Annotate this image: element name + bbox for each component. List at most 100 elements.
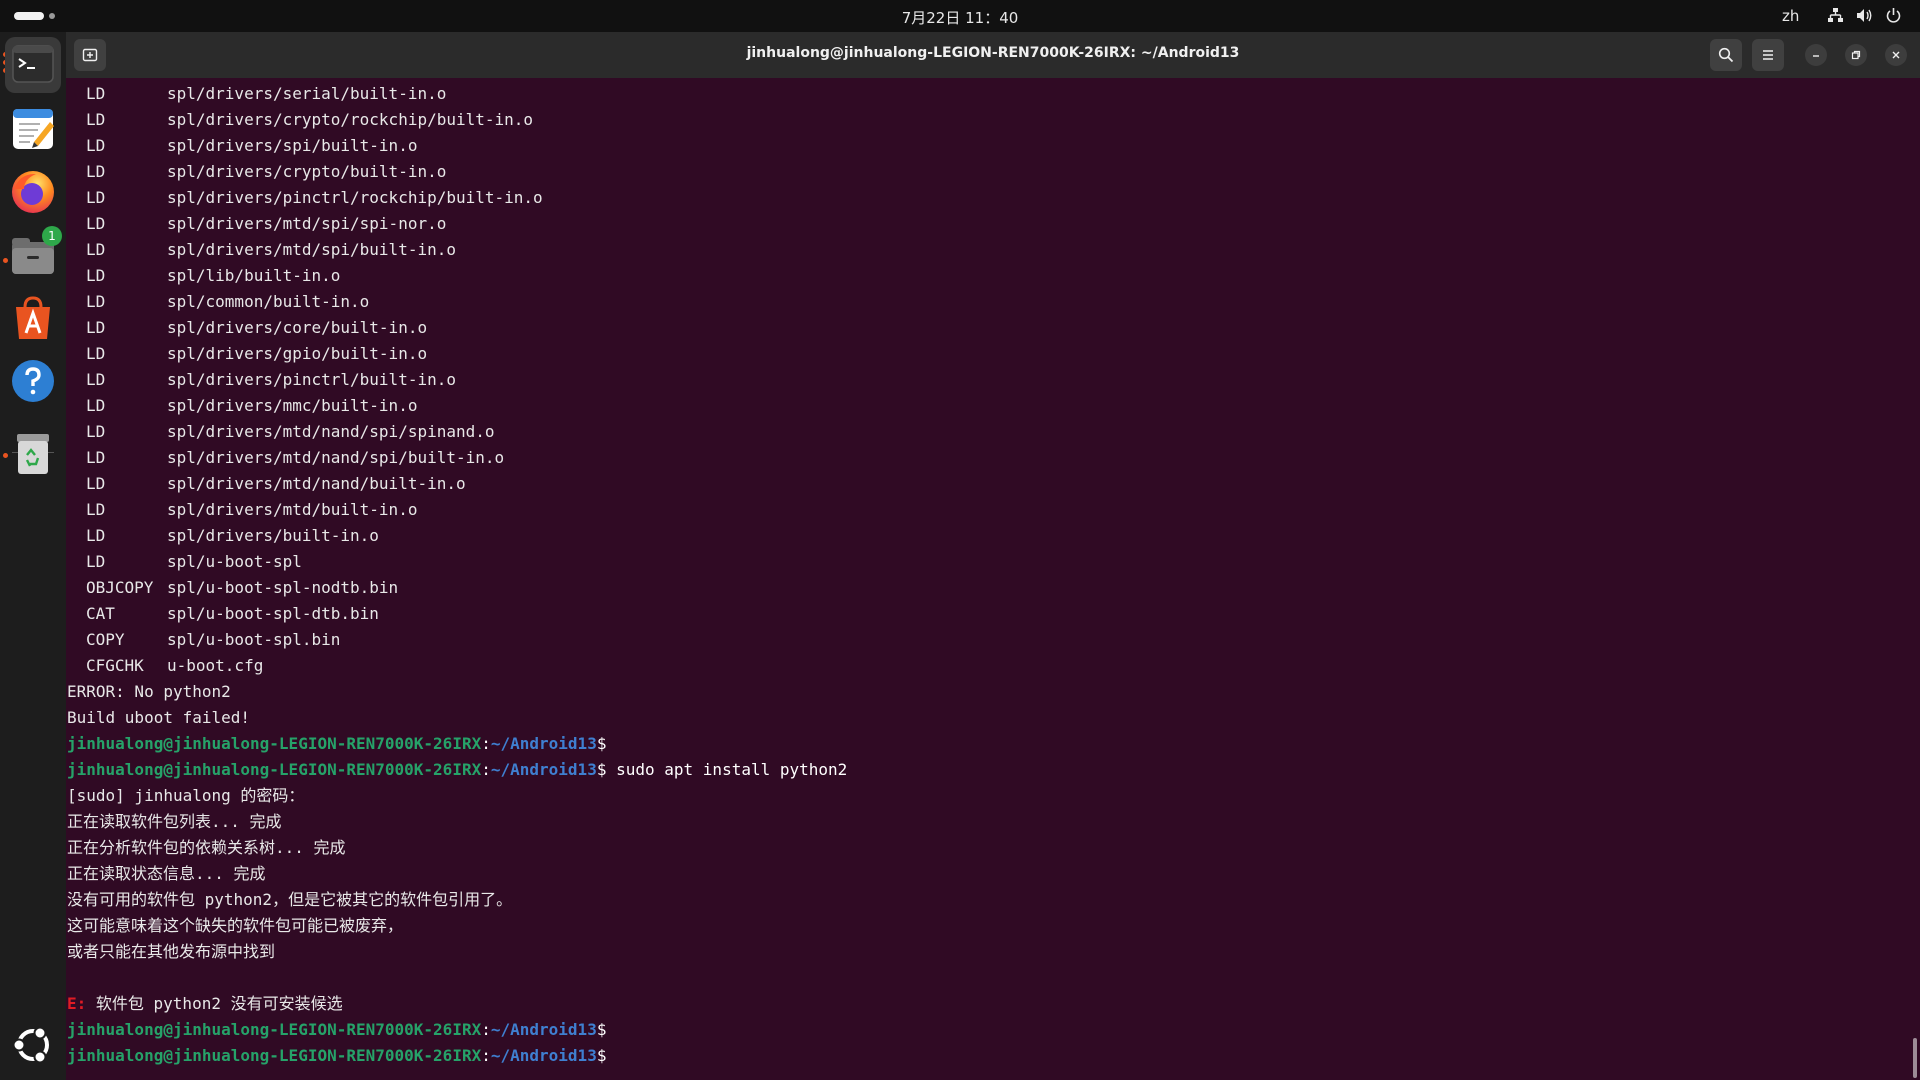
volume-icon[interactable] bbox=[1855, 6, 1874, 25]
build-log-line: LD spl/drivers/mtd/built-in.o bbox=[66, 497, 1906, 523]
hamburger-menu-icon bbox=[1763, 50, 1773, 60]
build-step-tag: LD bbox=[86, 188, 106, 207]
build-step-path: spl/drivers/mtd/nand/built-in.o bbox=[167, 474, 466, 493]
build-step-path: spl/drivers/serial/built-in.o bbox=[167, 84, 447, 103]
build-log-line: LD spl/drivers/mtd/nand/spi/spinand.o bbox=[66, 419, 1906, 445]
prompt-user-host: jinhualong@jinhualong-LEGION-REN7000K-26… bbox=[67, 1020, 482, 1039]
apt-output-line: 没有可用的软件包 python2，但是它被其它的软件包引用了。 bbox=[67, 890, 513, 909]
prompt-path: ~/Android13 bbox=[490, 1046, 597, 1065]
build-step-path: spl/drivers/pinctrl/built-in.o bbox=[167, 370, 456, 389]
top-bar: 7月22日 11：40 zh bbox=[0, 0, 1920, 32]
dock-firefox[interactable] bbox=[10, 169, 56, 215]
build-step-tag: LD bbox=[86, 396, 106, 415]
dock-app-center[interactable] bbox=[10, 295, 56, 341]
notification-badge: 1 bbox=[42, 226, 62, 246]
close-icon bbox=[1892, 51, 1900, 59]
shell-prompt-line: jinhualong@jinhualong-LEGION-REN7000K-26… bbox=[66, 731, 1906, 757]
new-tab-button[interactable] bbox=[74, 39, 106, 71]
apt-output-line: [sudo] jinhualong 的密码： bbox=[67, 786, 305, 805]
firefox-icon bbox=[12, 171, 54, 213]
apt-output-line: 这可能意味着这个缺失的软件包可能已被废弃， bbox=[67, 916, 404, 935]
dock-text-editor[interactable] bbox=[10, 106, 56, 152]
build-log-line: LD spl/drivers/crypto/built-in.o bbox=[66, 159, 1906, 185]
dock-trash[interactable] bbox=[10, 430, 56, 476]
trash-icon bbox=[17, 434, 49, 474]
build-step-path: spl/drivers/mtd/spi/spi-nor.o bbox=[167, 214, 447, 233]
new-tab-icon bbox=[82, 48, 98, 62]
window-title: jinhualong@jinhualong-LEGION-REN7000K-26… bbox=[746, 45, 1240, 61]
show-applications-button[interactable] bbox=[10, 1022, 56, 1068]
prompt-user-host: jinhualong@jinhualong-LEGION-REN7000K-26… bbox=[67, 734, 482, 753]
build-log-line: LD spl/drivers/mtd/spi/spi-nor.o bbox=[66, 211, 1906, 237]
build-log-line: LD spl/drivers/serial/built-in.o bbox=[66, 81, 1906, 107]
dock-terminal[interactable] bbox=[5, 37, 61, 93]
build-step-tag: LD bbox=[86, 162, 106, 181]
prompt-path: ~/Android13 bbox=[490, 1020, 597, 1039]
build-step-tag: LD bbox=[86, 110, 106, 129]
prompt-symbol: $ bbox=[596, 734, 607, 753]
search-icon bbox=[1718, 47, 1734, 63]
activities-button[interactable] bbox=[14, 12, 55, 20]
dock-files[interactable]: 1 bbox=[10, 226, 62, 278]
build-step-tag: LD bbox=[86, 136, 106, 155]
build-step-path: spl/u-boot-spl bbox=[167, 552, 302, 571]
dock: 1 bbox=[0, 32, 66, 1080]
apt-output-line: 正在读取状态信息... 完成 bbox=[67, 864, 266, 883]
build-log-line: LD spl/drivers/crypto/rockchip/built-in.o bbox=[66, 107, 1906, 133]
build-step-tag: LD bbox=[86, 266, 106, 285]
build-step-path: spl/drivers/built-in.o bbox=[167, 526, 379, 545]
build-step-tag: CAT bbox=[86, 604, 115, 623]
build-step-tag: LD bbox=[86, 84, 106, 103]
build-step-tag: LD bbox=[86, 214, 106, 233]
shell-prompt-line: jinhualong@jinhualong-LEGION-REN7000K-26… bbox=[66, 1017, 1906, 1043]
apt-output-line: 正在读取软件包列表... 完成 bbox=[67, 812, 282, 831]
search-button[interactable] bbox=[1710, 39, 1742, 71]
prompt-symbol: $ bbox=[596, 1020, 607, 1039]
build-step-tag: LD bbox=[86, 292, 106, 311]
clock[interactable]: 7月22日 11：40 bbox=[902, 9, 1019, 27]
build-log-line: LD spl/drivers/pinctrl/rockchip/built-in.… bbox=[66, 185, 1906, 211]
restore-button[interactable] bbox=[1845, 44, 1867, 66]
help-icon bbox=[12, 360, 54, 402]
prompt-user-host: jinhualong@jinhualong-LEGION-REN7000K-26… bbox=[67, 1046, 482, 1065]
power-icon[interactable] bbox=[1884, 6, 1903, 25]
build-step-path: spl/lib/built-in.o bbox=[167, 266, 341, 285]
build-step-tag: LD bbox=[86, 344, 106, 363]
build-log-line: LD spl/lib/built-in.o bbox=[66, 263, 1906, 289]
dock-help[interactable] bbox=[10, 358, 56, 404]
prompt-path: ~/Android13 bbox=[490, 760, 597, 779]
app-center-icon bbox=[16, 296, 50, 339]
build-log-line: CFGCHK u-boot.cfg bbox=[66, 653, 1906, 679]
shell-prompt-line: jinhualong@jinhualong-LEGION-REN7000K-26… bbox=[66, 757, 1906, 783]
build-log-line: LD spl/drivers/gpio/built-in.o bbox=[66, 341, 1906, 367]
system-tray[interactable] bbox=[1826, 6, 1903, 25]
build-log-line: LD spl/u-boot-spl bbox=[66, 549, 1906, 575]
build-step-path: spl/drivers/mmc/built-in.o bbox=[167, 396, 418, 415]
shell-prompt-line: jinhualong@jinhualong-LEGION-REN7000K-26… bbox=[66, 1043, 1906, 1069]
title-bar[interactable]: jinhualong@jinhualong-LEGION-REN7000K-26… bbox=[66, 32, 1920, 78]
running-indicator bbox=[3, 258, 8, 263]
build-step-tag: LD bbox=[86, 370, 106, 389]
minimize-icon bbox=[1813, 55, 1819, 57]
build-step-path: spl/drivers/crypto/rockchip/built-in.o bbox=[167, 110, 534, 129]
input-method-indicator[interactable]: zh bbox=[1782, 7, 1799, 25]
build-step-tag: CFGCHK bbox=[86, 656, 144, 675]
terminal-output[interactable]: LD spl/drivers/serial/built-in.o LD spl/dri… bbox=[66, 78, 1920, 1080]
workspace-indicator-active bbox=[14, 12, 44, 20]
menu-button[interactable] bbox=[1752, 39, 1784, 71]
network-icon[interactable] bbox=[1826, 6, 1845, 25]
build-log-line: LD spl/drivers/pinctrl/built-in.o bbox=[66, 367, 1906, 393]
scrollbar[interactable] bbox=[1913, 1038, 1917, 1078]
build-step-path: spl/drivers/pinctrl/rockchip/built-in.o bbox=[167, 188, 543, 207]
build-step-tag: LD bbox=[86, 500, 106, 519]
ubuntu-logo-icon bbox=[12, 1026, 49, 1064]
build-step-path: spl/drivers/mtd/nand/spi/built-in.o bbox=[167, 448, 505, 467]
build-step-path: spl/drivers/core/built-in.o bbox=[167, 318, 428, 337]
terminal-lines: LD spl/drivers/serial/built-in.o LD spl/dri… bbox=[66, 78, 1906, 1069]
close-button[interactable] bbox=[1885, 44, 1907, 66]
minimize-button[interactable] bbox=[1805, 44, 1827, 66]
build-step-tag: COPY bbox=[86, 630, 125, 649]
build-step-path: spl/u-boot-spl-nodtb.bin bbox=[167, 578, 399, 597]
build-step-tag: OBJCOPY bbox=[86, 578, 154, 597]
error-message: 软件包 python2 没有可安装候选 bbox=[86, 994, 343, 1013]
